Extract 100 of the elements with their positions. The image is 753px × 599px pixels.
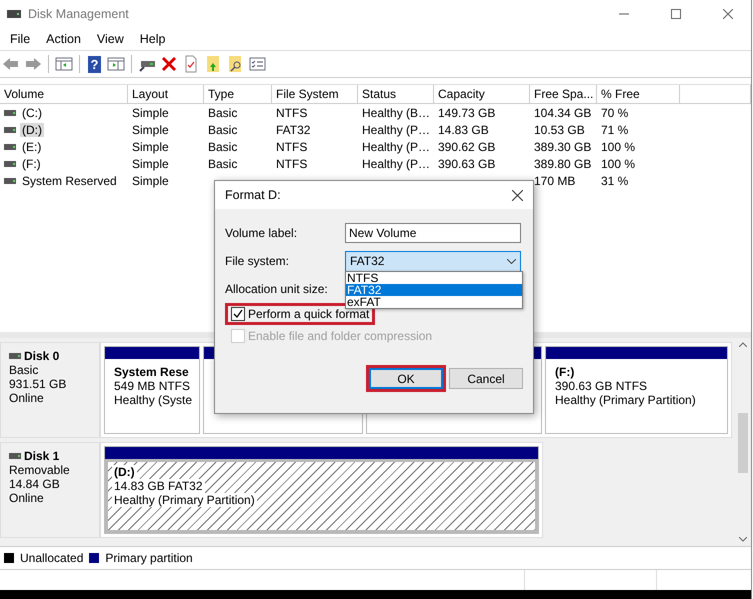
folder-up-icon[interactable] (204, 55, 222, 73)
field-label: Allocation unit size: (225, 282, 329, 296)
checkmark-icon (233, 309, 243, 319)
table-cell: 70 % (601, 106, 628, 120)
column-header[interactable]: File System (272, 85, 358, 103)
table-cell: Healthy (P… (362, 140, 430, 154)
close-icon[interactable] (512, 190, 523, 200)
table-cell: 389.80 GB (534, 156, 592, 170)
table-cell: 14.83 GB (438, 122, 489, 136)
dropdown[interactable]: FAT32 (345, 250, 521, 272)
folder-search-icon[interactable] (226, 55, 244, 73)
forward-arrow-icon[interactable] (24, 55, 42, 73)
table-cell: Basic (208, 140, 238, 154)
panel-icon[interactable] (55, 55, 73, 73)
partition-detail: Healthy (Syste (112, 393, 194, 407)
partition-detail: 549 MB NTFS (112, 379, 192, 393)
partition-block[interactable]: (D:) 14.83 GB FAT32 Healthy (Primary Partition) (104, 446, 539, 534)
partition-title: (D:) (112, 465, 137, 479)
table-cell: Basic (208, 122, 238, 136)
drive-icon (4, 160, 16, 166)
menu-item[interactable]: Action (38, 32, 89, 46)
disk-info-panel[interactable]: Disk 0 Basic 931.51 GB Online (0, 342, 100, 438)
column-header[interactable]: Capacity (434, 85, 530, 103)
table-cell: Simple (132, 156, 169, 170)
disk-detail: Basic (9, 363, 40, 377)
table-cell: NTFS (276, 156, 308, 170)
menu-item[interactable]: File (2, 32, 38, 46)
column-header[interactable]: % Free (597, 85, 680, 103)
window-title: Disk Management (28, 7, 130, 21)
scroll-thumb[interactable] (738, 413, 748, 473)
drive-icon (9, 453, 21, 459)
table-cell: 100 % (601, 156, 636, 170)
table-cell: NTFS (276, 106, 308, 120)
table-cell: 100 % (601, 140, 636, 154)
checklist-icon[interactable] (248, 55, 266, 73)
drive-icon (4, 178, 16, 184)
disk-name: Disk 0 (24, 349, 60, 363)
legend-label: Primary partition (105, 551, 193, 565)
dropdown-option[interactable]: exFAT (346, 296, 522, 308)
partition-block[interactable]: (F:) 390.63 GB NTFS Healthy (Primary Partition) (545, 346, 728, 434)
column-header[interactable]: Layout (128, 85, 204, 103)
table-cell: Basic (208, 106, 238, 120)
table-cell: Simple (132, 122, 169, 136)
drive-icon (9, 353, 21, 359)
scroll-down-icon[interactable] (739, 537, 747, 542)
chevron-down-icon (507, 258, 516, 264)
disk-name: Disk 1 (24, 449, 60, 463)
column-header[interactable]: Free Spa... (530, 85, 597, 103)
help-button[interactable]: ? (88, 56, 101, 72)
menu-item[interactable]: View (88, 32, 132, 46)
delete-icon[interactable] (160, 55, 178, 73)
partition-detail: Healthy (Primary Partition) (112, 493, 257, 507)
disk-info-panel[interactable]: Disk 1 Removable 14.84 GB Online (0, 442, 100, 538)
table-cell: Healthy (P… (362, 156, 430, 170)
partition-title: System Rese (112, 365, 191, 379)
column-header[interactable]: Status (358, 85, 434, 103)
table-cell[interactable]: (D:) (20, 122, 44, 136)
menu-item[interactable]: Help (132, 32, 174, 46)
table-cell: 390.63 GB (438, 156, 496, 170)
partition-detail: 14.83 GB FAT32 (112, 479, 204, 493)
scroll-up-icon[interactable] (739, 342, 747, 347)
table-cell[interactable]: (F:) (20, 156, 43, 170)
legend-label: Unallocated (20, 551, 84, 565)
table-cell: Simple (132, 174, 169, 188)
drive-icon (4, 126, 16, 132)
table-cell[interactable]: (C:) (20, 106, 44, 120)
ok-button[interactable]: OK (369, 368, 443, 389)
disk-detail: Online (9, 491, 45, 505)
disk-detail: 931.51 GB (9, 377, 68, 391)
input-field[interactable]: New Volume (345, 223, 521, 243)
table-cell: Healthy (P… (362, 122, 430, 136)
disk-detail: Online (9, 391, 45, 405)
table-cell: 389.30 GB (534, 140, 592, 154)
column-header[interactable]: Volume (0, 85, 128, 103)
table-cell: 10.53 GB (534, 122, 585, 136)
table-cell[interactable]: System Reserved (20, 174, 119, 188)
panel-icon[interactable] (107, 55, 125, 73)
table-cell: Healthy (B… (362, 106, 430, 120)
table-cell: Simple (132, 140, 169, 154)
table-cell: 390.62 GB (438, 140, 496, 154)
dialog-title: Format D: (225, 188, 281, 202)
table-cell: Basic (208, 156, 238, 170)
table-cell: 71 % (601, 122, 628, 136)
disk-detail: Removable (9, 463, 71, 477)
drive-icon (4, 144, 16, 150)
field-label: Volume label: (225, 226, 298, 240)
partition-detail: Healthy (Primary Partition) (553, 393, 698, 407)
column-header[interactable]: Type (204, 85, 272, 103)
table-cell: NTFS (276, 140, 308, 154)
partition-block[interactable]: System Rese 549 MB NTFS Healthy (Syste (104, 346, 200, 434)
dropdown-option[interactable]: NTFS (346, 272, 522, 284)
back-arrow-icon[interactable] (2, 55, 20, 73)
table-cell[interactable]: (E:) (20, 140, 44, 154)
cancel-button[interactable]: Cancel (449, 368, 523, 389)
table-cell: 170 MB (534, 174, 576, 188)
table-cell: FAT32 (276, 122, 310, 136)
partition-detail: 390.63 GB NTFS (553, 379, 650, 393)
dropdown-option[interactable]: FAT32 (346, 284, 522, 296)
checkbox[interactable]: Perform a quick format (228, 306, 372, 322)
disk-detail: 14.84 GB (9, 477, 61, 491)
